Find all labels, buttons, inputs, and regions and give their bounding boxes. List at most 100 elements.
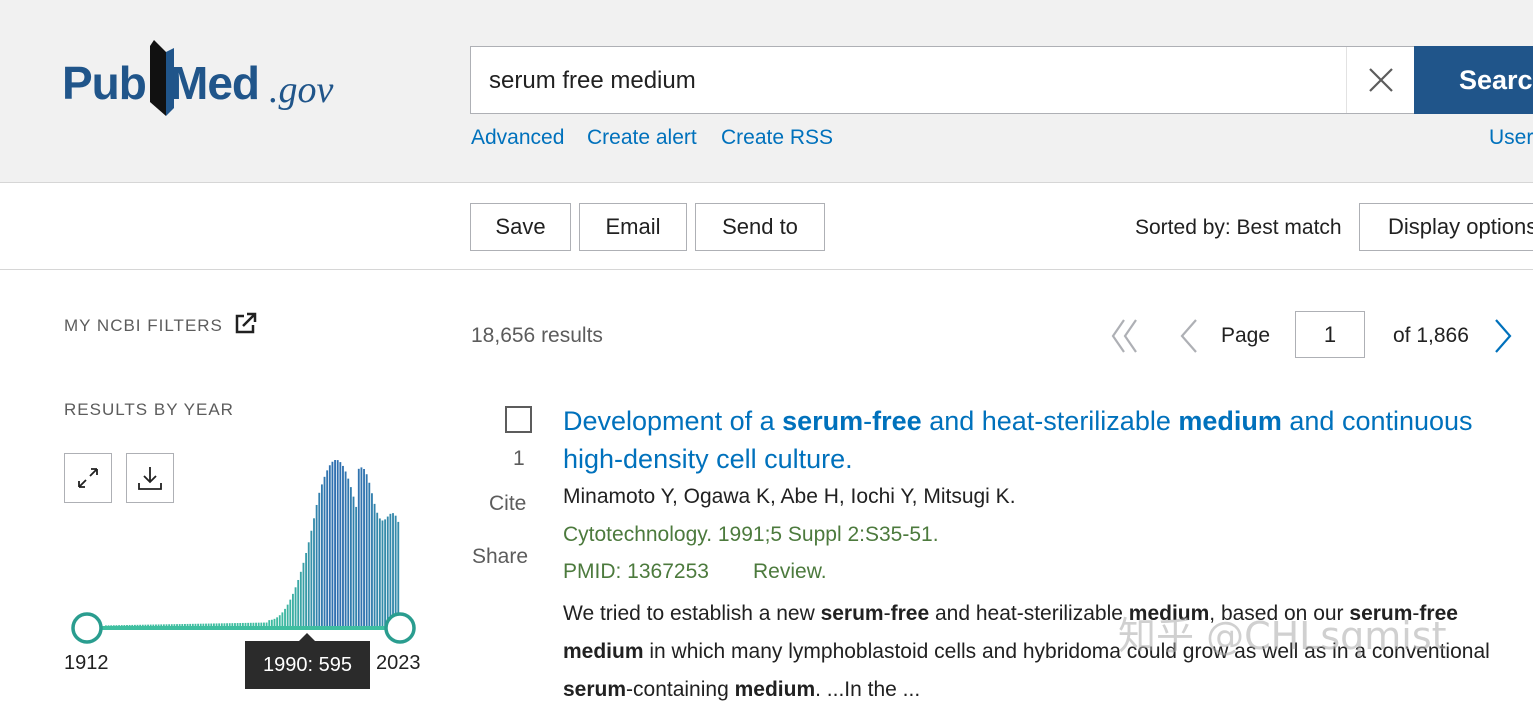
year-bar[interactable]: [297, 579, 300, 628]
year-bar[interactable]: [373, 503, 376, 628]
year-bar[interactable]: [313, 518, 315, 628]
email-button[interactable]: Email: [579, 203, 687, 251]
advanced-link[interactable]: Advanced: [471, 126, 564, 150]
year-bar[interactable]: [281, 612, 284, 628]
year-bar[interactable]: [326, 470, 329, 628]
first-page-icon[interactable]: [1110, 318, 1140, 354]
range-end-handle[interactable]: [384, 612, 416, 644]
result-pmid: PMID: 1367253: [563, 560, 709, 583]
year-bar[interactable]: [305, 552, 308, 628]
year-bar[interactable]: [368, 482, 371, 628]
title-highlight: serum: [782, 406, 864, 436]
cite-button[interactable]: Cite: [489, 492, 526, 516]
year-bar[interactable]: [284, 608, 286, 628]
my-ncbi-filters-label[interactable]: MY NCBI FILTERS: [64, 316, 223, 336]
year-bar[interactable]: [294, 587, 297, 628]
range-start-handle[interactable]: [71, 612, 103, 644]
pubmed-logo[interactable]: Pub Med .gov: [62, 38, 352, 120]
year-bar[interactable]: [352, 496, 355, 628]
sort-label[interactable]: Sorted by: Best match: [1135, 216, 1342, 240]
result-authors: Minamoto Y, Ogawa K, Abe H, Iochi Y, Mit…: [563, 485, 1016, 508]
snippet-part: and heat-sterilizable: [929, 602, 1129, 625]
year-bar[interactable]: [365, 474, 368, 628]
result-publication-type: Review.: [753, 560, 827, 583]
year-bar[interactable]: [323, 476, 326, 628]
snippet-highlight: free: [890, 602, 930, 625]
create-alert-link[interactable]: Create alert: [587, 126, 697, 150]
year-bar[interactable]: [289, 599, 292, 628]
year-bar[interactable]: [344, 471, 347, 628]
year-bar[interactable]: [376, 512, 379, 628]
year-bar[interactable]: [286, 604, 289, 628]
year-end-label: 2023: [376, 652, 421, 674]
create-rss-link[interactable]: Create RSS: [721, 126, 833, 150]
year-bar[interactable]: [384, 519, 387, 628]
year-bar[interactable]: [357, 468, 360, 628]
year-bar[interactable]: [336, 460, 339, 628]
search-input[interactable]: [489, 61, 1339, 101]
save-button[interactable]: Save: [470, 203, 571, 251]
snippet-part: -: [883, 602, 891, 625]
year-bar[interactable]: [318, 492, 321, 628]
year-bar[interactable]: [342, 465, 344, 628]
result-number: 1: [513, 447, 525, 470]
clear-search-button[interactable]: [1346, 47, 1414, 113]
year-bar[interactable]: [389, 513, 392, 628]
close-icon: [1368, 68, 1393, 92]
year-bar[interactable]: [310, 530, 313, 628]
user-guide-link[interactable]: User Guide: [1489, 126, 1533, 150]
title-part: Development of a: [563, 406, 783, 436]
year-bar[interactable]: [299, 571, 302, 628]
snippet-highlight: medium: [734, 678, 816, 701]
logo-med-text: Med: [170, 57, 260, 109]
external-link-icon[interactable]: [235, 312, 257, 334]
chart-tooltip: 1990: 595: [245, 633, 370, 689]
year-bar[interactable]: [363, 468, 365, 628]
year-bar[interactable]: [386, 516, 389, 628]
year-bar[interactable]: [315, 504, 318, 628]
year-bar[interactable]: [394, 515, 397, 628]
year-bar[interactable]: [397, 521, 400, 628]
snippet-part: -containing: [626, 678, 735, 701]
year-bar[interactable]: [292, 593, 294, 628]
title-highlight: medium: [1178, 406, 1282, 436]
year-bar[interactable]: [378, 518, 381, 628]
year-bar[interactable]: [307, 542, 310, 628]
title-part: -: [863, 406, 873, 436]
year-bar[interactable]: [320, 484, 323, 628]
search-button[interactable]: Search: [1414, 46, 1533, 114]
page-number-input[interactable]: [1295, 311, 1365, 358]
logo-pub-text: Pub: [62, 57, 147, 109]
year-bar[interactable]: [360, 467, 363, 628]
year-bar[interactable]: [349, 487, 352, 628]
next-page-icon[interactable]: [1492, 318, 1514, 354]
year-bar[interactable]: [302, 562, 305, 628]
year-bar[interactable]: [347, 478, 350, 628]
display-options-button[interactable]: Display options: [1359, 203, 1533, 251]
year-bar[interactable]: [331, 461, 334, 628]
year-bar[interactable]: [355, 506, 358, 628]
snippet-part: We tried to establish a new: [563, 602, 821, 625]
year-bar[interactable]: [381, 520, 384, 628]
year-start-label: 1912: [64, 652, 109, 674]
send-to-button[interactable]: Send to: [695, 203, 825, 251]
snippet-highlight: serum: [563, 678, 627, 701]
page-label: Page: [1221, 324, 1271, 347]
result-title-link[interactable]: Development of a serum-free and heat-ste…: [563, 402, 1528, 478]
results-count: 18,656 results: [471, 324, 603, 347]
snippet-highlight: serum: [820, 602, 884, 625]
previous-page-icon[interactable]: [1178, 318, 1200, 354]
share-button[interactable]: Share: [472, 545, 528, 569]
year-bar[interactable]: [392, 513, 394, 628]
result-checkbox[interactable]: [505, 406, 532, 433]
title-part: and heat-sterilizable: [921, 406, 1179, 436]
snippet-part: . ...In the ...: [815, 678, 921, 701]
year-bar[interactable]: [334, 460, 336, 628]
result-citation: Cytotechnology. 1991;5 Suppl 2:S35-51.: [563, 523, 939, 546]
header: Pub Med .gov Search Advanced Create aler…: [0, 0, 1533, 183]
page-total: of 1,866: [1393, 324, 1469, 347]
year-bar[interactable]: [371, 493, 373, 628]
year-bar[interactable]: [328, 465, 331, 628]
results-by-year-chart[interactable]: [60, 440, 430, 670]
year-bar[interactable]: [339, 462, 342, 628]
